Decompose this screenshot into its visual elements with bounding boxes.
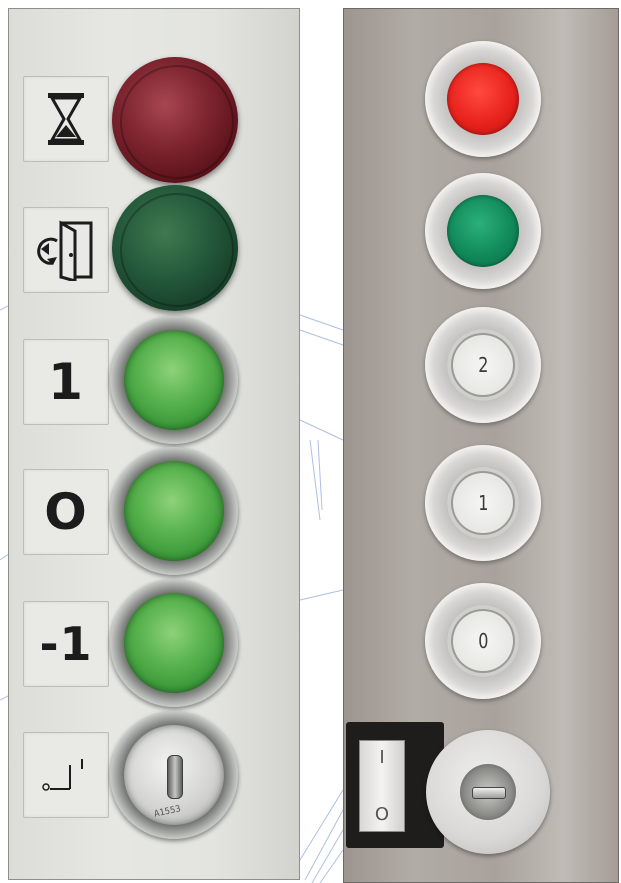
button-face: 0 — [447, 605, 519, 677]
hourglass-icon — [48, 93, 84, 145]
key-switch[interactable]: A1553 — [110, 711, 238, 839]
button-cap — [124, 593, 224, 693]
key-slot — [472, 787, 506, 799]
floor-label-minus-1: -1 — [23, 601, 109, 687]
rocker-off-label: O — [374, 804, 390, 825]
floor-0-button[interactable] — [110, 447, 238, 575]
key-engraving: A1553 — [153, 804, 182, 820]
rocker-switch[interactable]: I O — [359, 740, 405, 832]
switch-symbol-icon — [42, 759, 83, 791]
hourglass-label — [23, 76, 109, 162]
floor-number: 1 — [477, 491, 489, 515]
red-indicator-button — [425, 41, 541, 157]
right-control-panel: 2 1 0 I O — [343, 8, 619, 883]
floor-label-text: 1 — [48, 353, 84, 411]
switch-symbol-label — [23, 732, 109, 818]
floor-2-button[interactable]: 2 — [425, 307, 541, 423]
red-lens — [447, 63, 519, 135]
key-switch[interactable] — [426, 730, 550, 854]
floor-label-1: 1 — [23, 339, 109, 425]
key-cylinder-icon — [460, 764, 516, 820]
red-indicator-lamp — [112, 57, 238, 183]
button-face: 2 — [447, 329, 519, 401]
key-cylinder-icon — [167, 755, 183, 799]
left-control-panel: 1 O -1 A1553 — [8, 8, 300, 880]
key-switch-face: A1553 — [124, 725, 224, 825]
floor-label-text: O — [44, 483, 88, 541]
floor-1-button[interactable] — [110, 316, 238, 444]
green-lens — [447, 195, 519, 267]
floor-label-0: O — [23, 469, 109, 555]
door-open-icon — [37, 220, 93, 281]
green-indicator-lamp — [112, 185, 238, 311]
floor-number: 2 — [477, 353, 489, 377]
button-face: 1 — [447, 467, 519, 539]
door-open-label — [23, 207, 109, 293]
floor-0-button[interactable]: 0 — [425, 583, 541, 699]
floor-minus-1-button[interactable] — [110, 579, 238, 707]
floor-label-text: -1 — [39, 617, 93, 671]
floor-number: 0 — [477, 629, 489, 653]
rocker-on-label: I — [379, 747, 385, 768]
floor-1-button[interactable]: 1 — [425, 445, 541, 561]
button-cap — [124, 461, 224, 561]
button-cap — [124, 330, 224, 430]
green-indicator-button — [425, 173, 541, 289]
